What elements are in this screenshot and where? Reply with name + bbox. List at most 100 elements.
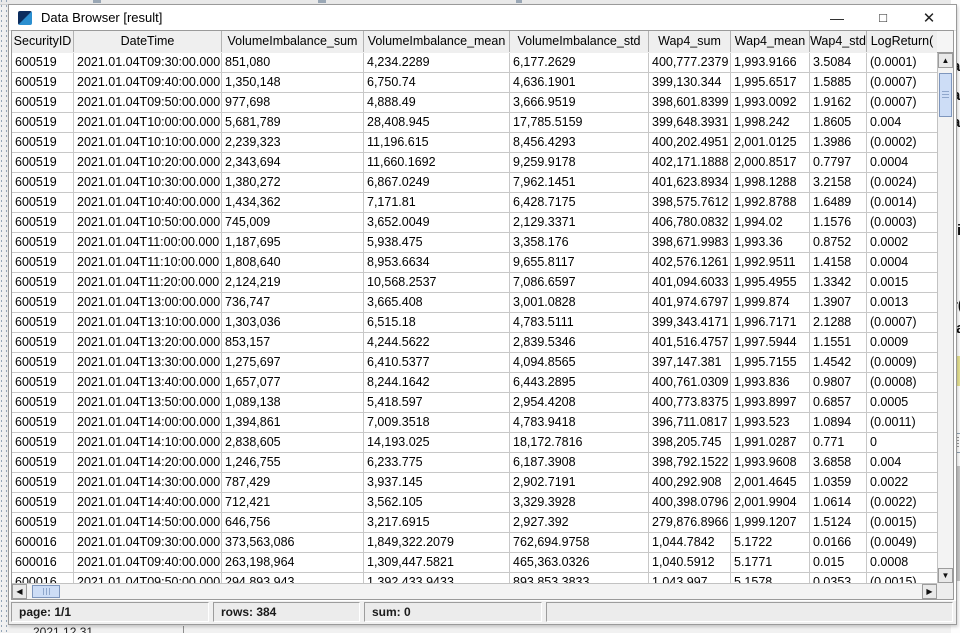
table-cell[interactable]: 6,410.5377: [364, 353, 510, 373]
table-cell[interactable]: 600519: [12, 93, 74, 113]
table-cell[interactable]: 600519: [12, 473, 74, 493]
table-cell[interactable]: 600519: [12, 493, 74, 513]
scroll-up-icon[interactable]: ▲: [938, 53, 953, 68]
table-cell[interactable]: 279,876.8966: [649, 513, 731, 533]
table-cell[interactable]: 401,516.4757: [649, 333, 731, 353]
table-cell[interactable]: 2,839.5346: [510, 333, 649, 353]
scroll-right-icon[interactable]: ▶: [922, 584, 937, 599]
minimize-button[interactable]: —: [814, 5, 860, 30]
table-cell[interactable]: 9,259.9178: [510, 153, 649, 173]
table-cell[interactable]: 2021.01.04T10:30:00.000: [74, 173, 222, 193]
table-cell[interactable]: 2021.01.04T13:00:00.000: [74, 293, 222, 313]
table-cell[interactable]: 1,350,148: [222, 73, 364, 93]
table-cell[interactable]: 402,171.1888: [649, 153, 731, 173]
table-cell[interactable]: 977,698: [222, 93, 364, 113]
table-cell[interactable]: 17,785.5159: [510, 113, 649, 133]
close-button[interactable]: ✕: [906, 5, 952, 30]
table-cell[interactable]: 1.3342: [810, 273, 867, 293]
table-cell[interactable]: 399,343.4171: [649, 313, 731, 333]
table-cell[interactable]: 5,938.475: [364, 233, 510, 253]
column-header-wap4-sum[interactable]: Wap4_sum: [649, 31, 731, 52]
table-cell[interactable]: 6,515.18: [364, 313, 510, 333]
table-cell[interactable]: 1,309,447.5821: [364, 553, 510, 573]
table-cell[interactable]: 2,239,323: [222, 133, 364, 153]
column-header-wap4-mean[interactable]: Wap4_mean: [731, 31, 810, 52]
table-cell[interactable]: 2021.01.04T14:40:00.000: [74, 493, 222, 513]
table-cell[interactable]: 398,575.7612: [649, 193, 731, 213]
table-cell[interactable]: 851,080: [222, 53, 364, 73]
table-cell[interactable]: 2,838,605: [222, 433, 364, 453]
table-cell[interactable]: 400,202.4951: [649, 133, 731, 153]
table-cell[interactable]: 1.6489: [810, 193, 867, 213]
table-cell[interactable]: 0.0015: [867, 273, 937, 293]
table-cell[interactable]: 600519: [12, 453, 74, 473]
table-cell[interactable]: 0.004: [867, 113, 937, 133]
table-cell[interactable]: 0.015: [810, 553, 867, 573]
table-cell[interactable]: 2021.01.04T10:50:00.000: [74, 213, 222, 233]
table-cell[interactable]: 1.4542: [810, 353, 867, 373]
table-cell[interactable]: 2021.01.04T13:50:00.000: [74, 393, 222, 413]
table-cell[interactable]: 9,655.8117: [510, 253, 649, 273]
table-cell[interactable]: 1,849,322.2079: [364, 533, 510, 553]
table-cell[interactable]: 1.0614: [810, 493, 867, 513]
table-cell[interactable]: 1,993.0092: [731, 93, 810, 113]
table-cell[interactable]: 400,292.908: [649, 473, 731, 493]
table-cell[interactable]: 10,568.2537: [364, 273, 510, 293]
table-cell[interactable]: 1.1576: [810, 213, 867, 233]
table-cell[interactable]: 2021.01.04T10:40:00.000: [74, 193, 222, 213]
table-cell[interactable]: 1,993.9166: [731, 53, 810, 73]
table-cell[interactable]: 853,157: [222, 333, 364, 353]
table-cell[interactable]: 8,953.6634: [364, 253, 510, 273]
table-cell[interactable]: 1,994.02: [731, 213, 810, 233]
table-cell[interactable]: 745,009: [222, 213, 364, 233]
table-cell[interactable]: 1.8605: [810, 113, 867, 133]
table-cell[interactable]: 1,995.4955: [731, 273, 810, 293]
table-cell[interactable]: 6,867.0249: [364, 173, 510, 193]
table-cell[interactable]: 5,418.597: [364, 393, 510, 413]
table-cell[interactable]: 1,995.6517: [731, 73, 810, 93]
table-cell[interactable]: 3,358.176: [510, 233, 649, 253]
table-cell[interactable]: 1,993.36: [731, 233, 810, 253]
column-header-datetime[interactable]: DateTime: [74, 31, 222, 52]
table-cell[interactable]: 7,086.6597: [510, 273, 649, 293]
table-cell[interactable]: 1,275,697: [222, 353, 364, 373]
table-cell[interactable]: (0.0008): [867, 373, 937, 393]
table-cell[interactable]: 2,000.8517: [731, 153, 810, 173]
table-cell[interactable]: 0: [867, 433, 937, 453]
table-cell[interactable]: 646,756: [222, 513, 364, 533]
table-cell[interactable]: 0.004: [867, 453, 937, 473]
table-cell[interactable]: 1,993.523: [731, 413, 810, 433]
table-cell[interactable]: 406,780.0832: [649, 213, 731, 233]
table-cell[interactable]: 401,094.6033: [649, 273, 731, 293]
table-cell[interactable]: (0.0007): [867, 313, 937, 333]
table-cell[interactable]: 1.5124: [810, 513, 867, 533]
scroll-left-icon[interactable]: ◀: [12, 584, 27, 599]
table-cell[interactable]: 2021.01.04T09:40:00.000: [74, 73, 222, 93]
table-cell[interactable]: 2,954.4208: [510, 393, 649, 413]
table-cell[interactable]: 600016: [12, 553, 74, 573]
table-cell[interactable]: 600519: [12, 73, 74, 93]
table-cell[interactable]: (0.0022): [867, 493, 937, 513]
vertical-scrollbar[interactable]: ▲ ▼: [937, 53, 953, 584]
table-cell[interactable]: 3,652.0049: [364, 213, 510, 233]
table-cell[interactable]: 1,998.1288: [731, 173, 810, 193]
table-cell[interactable]: 7,962.1451: [510, 173, 649, 193]
table-cell[interactable]: 736,747: [222, 293, 364, 313]
table-cell[interactable]: 0.0009: [867, 333, 937, 353]
table-cell[interactable]: 3,562.105: [364, 493, 510, 513]
table-cell[interactable]: 263,198,964: [222, 553, 364, 573]
table-cell[interactable]: 6,428.7175: [510, 193, 649, 213]
table-cell[interactable]: 2021.01.04T11:00:00.000: [74, 233, 222, 253]
table-cell[interactable]: (0.0003): [867, 213, 937, 233]
table-cell[interactable]: 600519: [12, 253, 74, 273]
table-cell[interactable]: 1,657,077: [222, 373, 364, 393]
table-cell[interactable]: (0.0009): [867, 353, 937, 373]
table-cell[interactable]: 0.0022: [867, 473, 937, 493]
table-cell[interactable]: 2021.01.04T13:20:00.000: [74, 333, 222, 353]
column-header-volumeimbalance-std[interactable]: VolumeImbalance_std: [510, 31, 649, 52]
table-cell[interactable]: 600519: [12, 513, 74, 533]
table-cell[interactable]: 1,991.0287: [731, 433, 810, 453]
table-cell[interactable]: 2021.01.04T09:50:00.000: [74, 93, 222, 113]
table-cell[interactable]: 2,343,694: [222, 153, 364, 173]
table-cell[interactable]: 402,576.1261: [649, 253, 731, 273]
